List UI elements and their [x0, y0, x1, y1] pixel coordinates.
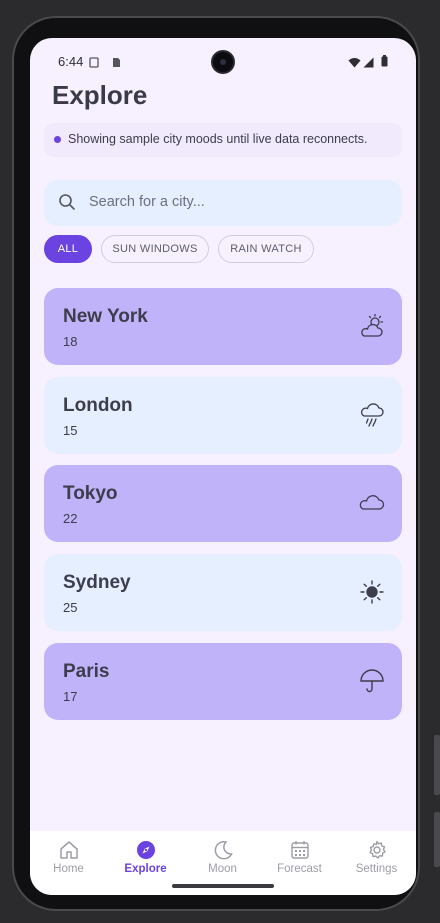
nav-label: Forecast [277, 863, 322, 875]
city-temperature: 22 [63, 511, 78, 526]
sd-card-icon [111, 55, 121, 73]
offline-banner: Showing sample city moods until live dat… [44, 123, 402, 157]
search-icon [58, 193, 76, 216]
nav-label: Moon [208, 863, 237, 875]
gear-icon [369, 840, 386, 859]
banner-status-dot [54, 136, 61, 143]
home-indicator[interactable] [172, 884, 274, 888]
volume-button [434, 735, 440, 795]
city-card[interactable]: New York 18 [44, 288, 402, 365]
city-name: New York [63, 306, 148, 327]
nav-label: Explore [124, 863, 167, 875]
city-name: Paris [63, 661, 110, 682]
city-name: London [63, 395, 133, 416]
city-card[interactable]: Sydney 25 [44, 554, 402, 631]
power-button [434, 812, 440, 867]
nav-item-home[interactable]: Home [30, 831, 107, 895]
front-camera [211, 50, 235, 74]
wifi-icon [348, 55, 361, 73]
app-screen: 6:44 Explore Showing sample city moods u… [30, 38, 416, 895]
filter-chip-sun-windows[interactable]: SUN WINDOWS [101, 235, 209, 263]
search-input[interactable]: Search for a city... [89, 194, 205, 210]
rain-cloud-icon [358, 401, 386, 434]
city-name: Tokyo [63, 483, 118, 504]
filter-chip-all[interactable]: ALL [44, 235, 92, 263]
nav-label: Settings [355, 863, 398, 875]
city-temperature: 25 [63, 600, 78, 615]
banner-text: Showing sample city moods until live dat… [68, 132, 368, 146]
filter-chip-rain-watch[interactable]: RAIN WATCH [218, 235, 314, 263]
city-card[interactable]: Tokyo 22 [44, 465, 402, 542]
cloud-icon [358, 489, 386, 522]
calendar-icon [291, 841, 309, 859]
umbrella-icon [358, 667, 386, 700]
city-temperature: 18 [63, 334, 78, 349]
nav-item-settings[interactable]: Settings [338, 831, 415, 895]
city-name: Sydney [63, 572, 131, 593]
compass-icon [137, 841, 155, 859]
city-temperature: 15 [63, 423, 78, 438]
battery-icon [381, 54, 388, 72]
partly-cloudy-icon [358, 312, 386, 345]
status-bar: 6:44 [30, 38, 416, 84]
home-icon [60, 841, 78, 859]
device-frame: 6:44 Explore Showing sample city moods u… [0, 0, 440, 923]
sun-icon [358, 578, 386, 611]
city-card[interactable]: London 15 [44, 377, 402, 454]
search-field[interactable]: Search for a city... [44, 180, 402, 226]
signal-icon [363, 55, 374, 73]
page-title: Explore [52, 80, 148, 110]
city-card[interactable]: Paris 17 [44, 643, 402, 720]
city-temperature: 17 [63, 689, 78, 704]
notification-icon [89, 55, 100, 73]
moon-icon [214, 840, 233, 860]
nav-label: Home [53, 863, 84, 875]
status-time: 6:44 [58, 54, 84, 69]
